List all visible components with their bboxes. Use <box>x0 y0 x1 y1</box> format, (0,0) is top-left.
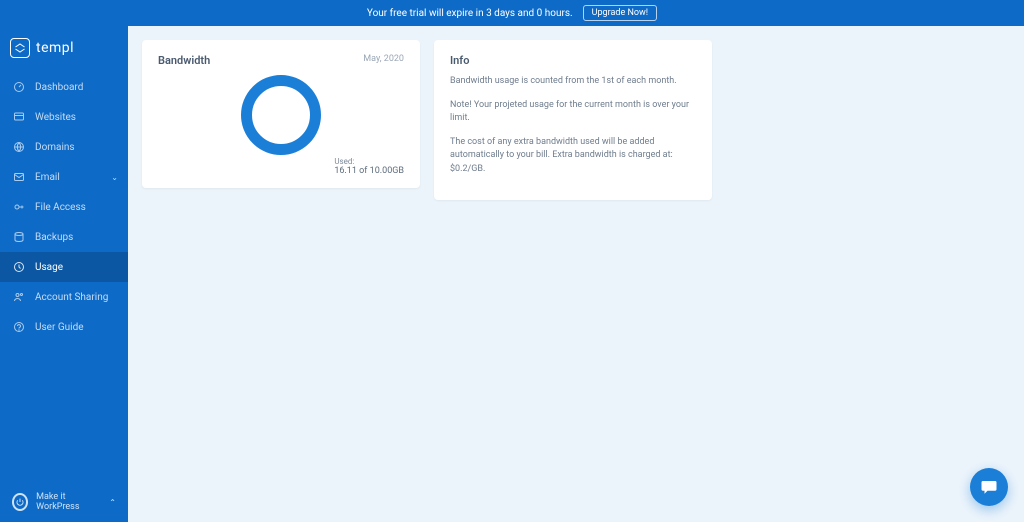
sidebar-item-dashboard[interactable]: Dashboard <box>0 72 128 102</box>
sidebar: templ Dashboard Websites Domains Email ⌄ File… <box>0 26 128 522</box>
email-icon <box>12 170 26 184</box>
bandwidth-chart <box>158 75 404 155</box>
info-card: Info Bandwidth usage is counted from the… <box>434 40 712 200</box>
chat-button[interactable] <box>970 468 1008 506</box>
nav: Dashboard Websites Domains Email ⌄ File Acces… <box>0 72 128 482</box>
usage-icon <box>12 260 26 274</box>
sidebar-item-label: Dashboard <box>35 82 83 93</box>
bandwidth-card: Bandwidth May, 2020 Used: 16.11 of 10.00… <box>142 40 420 188</box>
bandwidth-used: Used: 16.11 of 10.00GB <box>334 157 404 176</box>
chevron-down-icon: ⌄ <box>111 173 118 182</box>
sidebar-item-domains[interactable]: Domains <box>0 132 128 162</box>
upgrade-button[interactable]: Upgrade Now! <box>583 5 657 21</box>
info-line-2: Note! Your projeted usage for the curren… <box>450 99 696 126</box>
chevron-up-icon: ⌃ <box>109 498 116 507</box>
user-guide-icon <box>12 320 26 334</box>
sidebar-item-file-access[interactable]: File Access <box>0 192 128 222</box>
sidebar-item-label: Websites <box>35 112 76 123</box>
sidebar-item-label: Backups <box>35 232 73 243</box>
sidebar-item-label: Email <box>35 172 60 183</box>
sidebar-item-usage[interactable]: Usage <box>0 252 128 282</box>
sidebar-item-label: File Access <box>35 202 86 213</box>
sidebar-item-label: Usage <box>35 262 63 273</box>
account-sharing-icon <box>12 290 26 304</box>
info-line-3: The cost of any extra bandwidth used wil… <box>450 136 696 177</box>
power-icon <box>12 493 28 511</box>
dashboard-icon <box>12 80 26 94</box>
donut-icon <box>241 75 321 155</box>
sidebar-item-backups[interactable]: Backups <box>0 222 128 252</box>
sidebar-footer[interactable]: Make it WorkPress ⌃ <box>0 482 128 522</box>
sidebar-item-label: Domains <box>35 142 75 153</box>
sidebar-item-user-guide[interactable]: User Guide <box>0 312 128 342</box>
bandwidth-date: May, 2020 <box>363 54 404 64</box>
sidebar-item-email[interactable]: Email ⌄ <box>0 162 128 192</box>
logo[interactable]: templ <box>0 26 128 72</box>
trial-text: Your free trial will expire in 3 days an… <box>367 8 573 19</box>
backups-icon <box>12 230 26 244</box>
websites-icon <box>12 110 26 124</box>
domains-icon <box>12 140 26 154</box>
logo-text: templ <box>36 40 74 56</box>
trial-banner: Your free trial will expire in 3 days an… <box>0 0 1024 26</box>
sidebar-item-label: User Guide <box>35 322 84 333</box>
logo-icon <box>10 38 30 58</box>
sidebar-item-label: Account Sharing <box>35 292 108 303</box>
chat-icon <box>980 478 998 496</box>
info-line-1: Bandwidth usage is counted from the 1st … <box>450 75 696 89</box>
main-content: Bandwidth May, 2020 Used: 16.11 of 10.00… <box>128 26 1024 522</box>
footer-label: Make it WorkPress <box>36 492 101 512</box>
used-label: Used: <box>334 157 404 166</box>
file-access-icon <box>12 200 26 214</box>
sidebar-item-account-sharing[interactable]: Account Sharing <box>0 282 128 312</box>
used-value: 16.11 of 10.00GB <box>334 166 404 176</box>
info-title: Info <box>450 54 696 67</box>
sidebar-item-websites[interactable]: Websites <box>0 102 128 132</box>
